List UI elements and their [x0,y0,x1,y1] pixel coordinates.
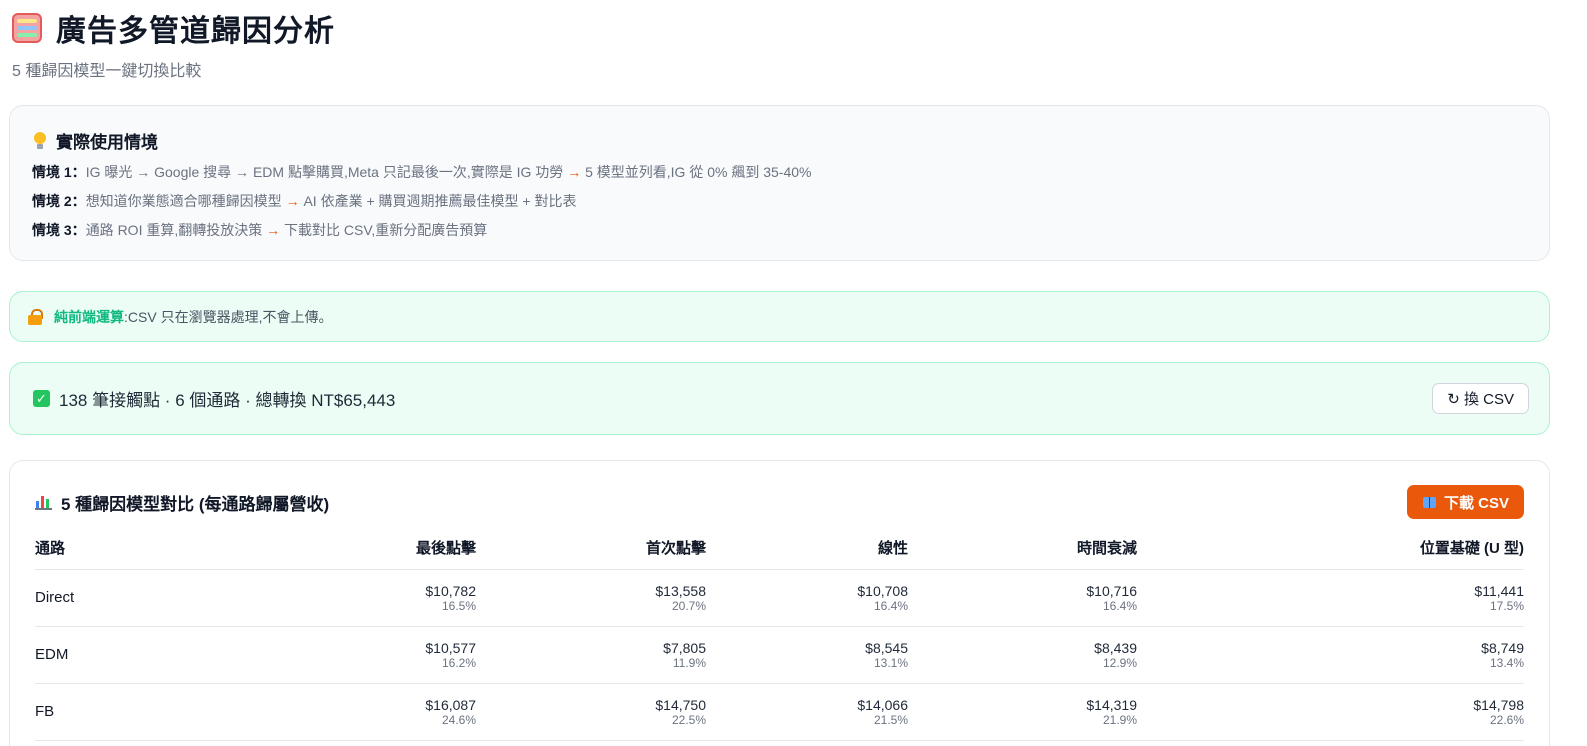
model-cell: $16,087 24.6% [265,683,476,741]
page-header: 廣告多管道歸因分析 5 種歸因模型一鍵切換比較 [12,8,335,81]
channel-name: EDM [35,626,265,684]
page-title: 廣告多管道歸因分析 [56,15,335,48]
usage-scenarios-card: 實際使用情境 情境 1：IG 曝光 → Google 搜尋 → EDM 點擊購買… [9,105,1550,261]
model-cell: $8,749 13.4% [1137,626,1524,684]
column-header: 線性 [706,527,908,570]
arrow-icon: → [266,222,281,238]
arrow-icon: → [285,193,300,209]
model-cell: $8,439 12.9% [908,626,1137,684]
comparison-table: 通路 最後點擊 首次點擊 線性 時間衰減 位置基礎 (U 型) Direct $… [35,527,1524,741]
table-row: FB $16,087 24.6% $14,750 22.5% $14,066 21.5… [35,683,1524,741]
scenario-3: 情境 3：通路 ROI 重算,翻轉投放決策 → 下載對比 CSV,重新分配廣告預… [32,222,488,238]
model-cell: $14,066 21.5% [706,683,908,741]
channel-name: FB [35,683,265,741]
notice-text: :CSV 只在瀏覽器處理,不會上傳。 [124,308,333,325]
arrow-icon: → [567,164,582,180]
lightbulb-icon [32,131,48,151]
scenario-2: 情境 2：想知道你業態適合哪種歸因模型 → AI 依產業 + 購買週期推薦最佳模… [32,193,577,209]
status-summary: 138 筆接觸點 · 6 個通路 · 總轉換 NT$65,443 [59,391,396,410]
model-cell: $11,441 17.5% [1137,569,1524,627]
usage-heading: 實際使用情境 [56,133,158,152]
column-header: 通路 [35,527,265,570]
model-cell: $14,750 22.5% [476,683,706,741]
column-header: 位置基礎 (U 型) [1137,527,1524,570]
model-cell: $7,805 11.9% [476,626,706,684]
table-header-row: 通路 最後點擊 首次點擊 線性 時間衰減 位置基礎 (U 型) [35,527,1524,570]
lock-icon [28,308,43,325]
channel-name: Direct [35,569,265,627]
model-cell: $10,577 16.2% [265,626,476,684]
notice-highlight: 純前端運算 [54,308,124,325]
model-cell: $10,708 16.4% [706,569,908,627]
scenario-1: 情境 1：IG 曝光 → Google 搜尋 → EDM 點擊購買,Meta 只… [32,164,812,180]
page-subtitle: 5 種歸因模型一鍵切換比較 [12,63,202,80]
model-comparison-card: 5 種歸因模型對比 (每通路歸屬營收) 下載 CSV 通路 最後點擊 首次點擊 … [9,460,1550,746]
comparison-title: 5 種歸因模型對比 (每通路歸屬營收) [61,494,330,514]
bar-chart-icon [35,494,52,510]
check-icon: ✓ [33,390,50,407]
model-cell: $8,545 13.1% [706,626,908,684]
model-cell: $10,782 16.5% [265,569,476,627]
table-row: Direct $10,782 16.5% $13,558 20.7% $10,708… [35,569,1524,627]
model-cell: $14,319 21.9% [908,683,1137,741]
column-header: 最後點擊 [265,527,476,570]
column-header: 時間衰減 [908,527,1137,570]
model-cell: $14,798 22.6% [1137,683,1524,741]
privacy-notice: 純前端運算:CSV 只在瀏覽器處理,不會上傳。 [9,291,1550,342]
table-row: EDM $10,577 16.2% $7,805 11.9% $8,545 13.1%… [35,626,1524,684]
model-cell: $13,558 20.7% [476,569,706,627]
download-csv-button[interactable]: 下載 CSV [1406,485,1524,519]
abacus-icon [12,13,42,43]
model-cell: $10,716 16.4% [908,569,1137,627]
upload-status: ✓ 138 筆接觸點 · 6 個通路 · 總轉換 NT$65,443 ↻ 換 C… [9,362,1550,435]
change-csv-button[interactable]: ↻ 換 CSV [1432,383,1529,414]
column-header: 首次點擊 [476,527,706,570]
book-icon [1422,496,1436,508]
